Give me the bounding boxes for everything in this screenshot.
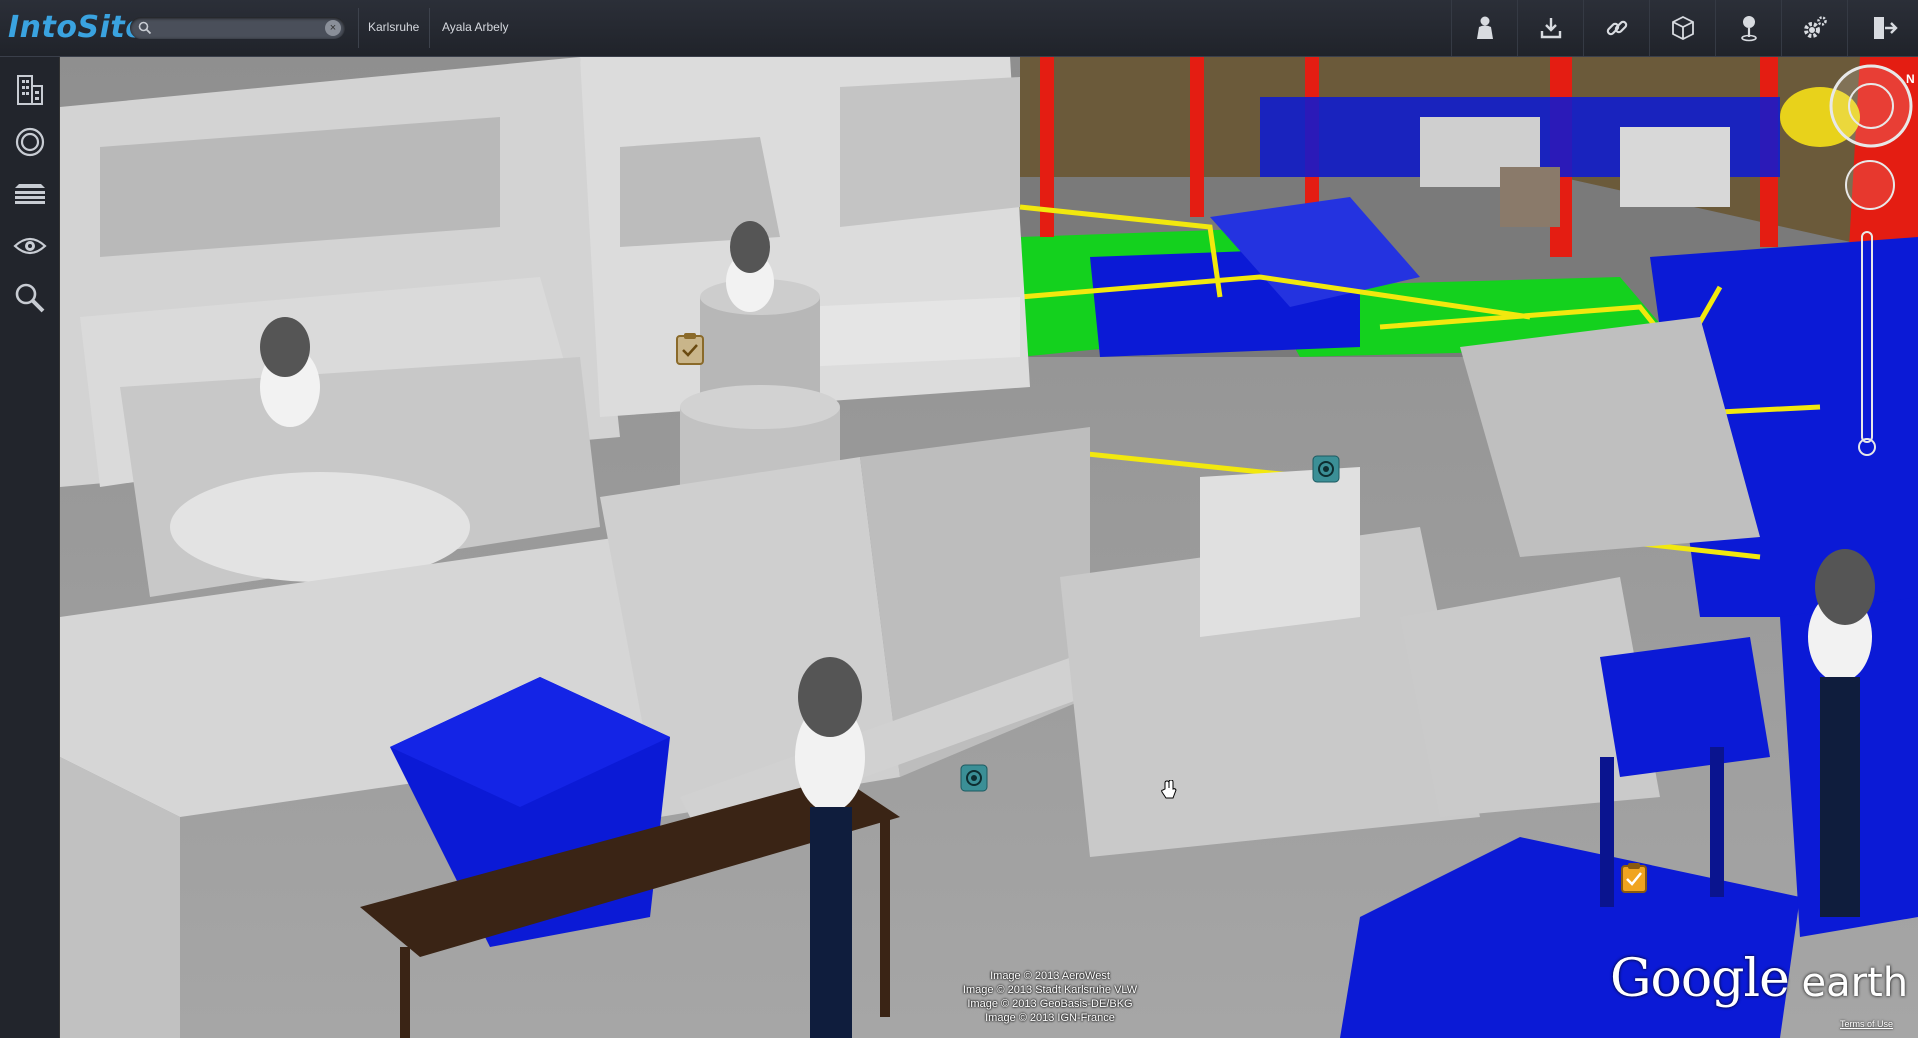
link-icon (1606, 20, 1628, 36)
checklist-marker-icon[interactable] (1620, 862, 1648, 894)
toolbar-link-button[interactable] (1583, 0, 1650, 56)
eye-icon (12, 237, 47, 255)
sidebar-buildings-button[interactable] (0, 65, 59, 115)
3d-viewport[interactable]: N Image © 2013 AeroWest Image © 2013 Sta… (60, 57, 1918, 1038)
search-box[interactable]: × (130, 17, 345, 39)
search-icon (138, 21, 152, 35)
sidebar-view-button[interactable] (0, 221, 59, 271)
credit-line: Image © 2013 Stadt Karlsruhe VLW (962, 984, 1138, 996)
hand-cursor-icon (1160, 779, 1178, 805)
divider (358, 8, 359, 48)
toolbar-pin-button[interactable] (1715, 0, 1782, 56)
pin-icon (1741, 16, 1757, 42)
breadcrumb-user[interactable]: Ayala Arbely (442, 20, 509, 34)
toolbar-download-button[interactable] (1517, 0, 1584, 56)
building-icon (16, 75, 43, 105)
zoom-slider[interactable] (1852, 222, 1882, 462)
sidebar (0, 57, 60, 1038)
toolbar-exit-button[interactable] (1847, 0, 1918, 56)
google-earth-logo: Google earth (1610, 949, 1908, 1009)
sensor-marker-icon[interactable] (1312, 455, 1340, 483)
circle-icon (15, 127, 44, 157)
terms-of-use-link[interactable]: Terms of Use (1840, 1019, 1893, 1029)
credit-line: Image © 2013 AeroWest (990, 970, 1110, 982)
sidebar-circle-button[interactable] (0, 117, 59, 167)
cube-icon (1672, 15, 1694, 41)
toolbar-settings-button[interactable] (1781, 0, 1848, 56)
look-joystick[interactable] (1842, 157, 1898, 213)
breadcrumb-site[interactable]: Karlsruhe (368, 20, 419, 34)
search-clear-button[interactable]: × (325, 20, 341, 36)
top-bar: IntoSite × Karlsruhe Ayala Arbely (0, 0, 1918, 57)
app-logo: IntoSite (8, 10, 147, 45)
layers-icon (14, 184, 45, 204)
gear-icon (1804, 16, 1827, 38)
search-icon (15, 283, 44, 313)
compass-north-label: N (1906, 72, 1915, 86)
clipboard-marker-icon[interactable] (675, 332, 705, 366)
search-input[interactable] (156, 19, 316, 37)
toolbar-person-button[interactable] (1451, 0, 1518, 56)
credit-line: Image © 2013 GeoBasis-DE/BKG (967, 998, 1133, 1010)
person-icon (1477, 16, 1493, 39)
toolbar-cube-button[interactable] (1649, 0, 1716, 56)
credit-line: Image © 2013 IGN-France (985, 1012, 1115, 1024)
imagery-credits: Image © 2013 AeroWest Image © 2013 Stadt… (880, 969, 1220, 1025)
compass-control[interactable]: N (1826, 61, 1916, 151)
brand-main: Google (1610, 949, 1790, 1009)
download-icon (1540, 18, 1562, 39)
divider (429, 8, 430, 48)
sensor-marker-icon[interactable] (960, 764, 988, 792)
sidebar-search-button[interactable] (0, 273, 59, 323)
exit-icon (1873, 17, 1898, 39)
sidebar-layers-button[interactable] (0, 169, 59, 219)
brand-sub: earth (1788, 960, 1909, 1006)
